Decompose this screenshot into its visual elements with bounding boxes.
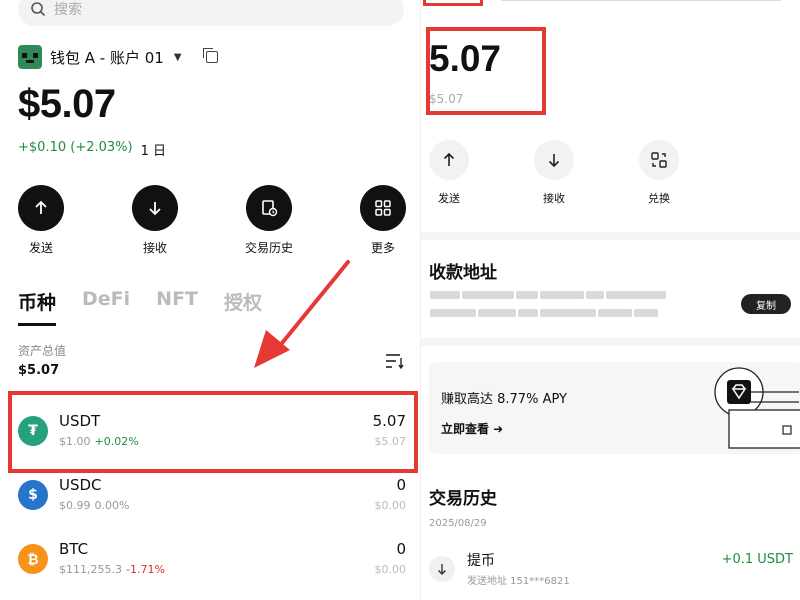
tx-sender: 发送地址 151***6821 xyxy=(467,576,570,587)
history-label: 交易历史 xyxy=(244,241,293,255)
token-symbol: USDC xyxy=(59,476,102,494)
token-amount: 0 xyxy=(396,540,406,558)
token-change: 0.00% xyxy=(94,499,130,512)
transaction-row[interactable]: 提币 发送地址 151***6821 +0.1 USDT xyxy=(429,546,799,590)
change-amount: +$0.10 (+2.03%) xyxy=(18,140,133,155)
top-highlight-box xyxy=(423,0,483,6)
receive-label: 接收 xyxy=(543,192,565,205)
receive-label: 接收 xyxy=(142,241,167,255)
tab-nft[interactable]: NFT xyxy=(156,288,198,326)
usdt-highlight-box xyxy=(8,391,418,473)
divider xyxy=(501,0,781,1)
sort-icon[interactable] xyxy=(384,352,404,370)
section-divider xyxy=(421,232,800,240)
asset-tabs: 币种 DeFi NFT 授权 xyxy=(18,288,262,326)
arrow-down-icon xyxy=(149,202,161,216)
send-button[interactable]: 发送 xyxy=(421,140,479,206)
search-placeholder: 搜索 xyxy=(54,2,82,18)
tab-tokens[interactable]: 币种 xyxy=(18,288,57,326)
diamond-illustration-icon xyxy=(714,367,800,449)
wallet-selector[interactable]: 钱包 A - 账户 01 ▼ xyxy=(18,45,218,69)
more-button[interactable]: 更多 xyxy=(343,185,420,256)
arrow-up-icon xyxy=(443,152,455,166)
promo-link[interactable]: 立即查看 ➜ xyxy=(441,420,503,437)
receive-address-line2 xyxy=(429,306,659,319)
search-icon xyxy=(31,2,46,17)
token-price: $111,255.3 xyxy=(59,563,122,576)
token-price-line: $111,255.3 -1.71% xyxy=(59,563,165,576)
token-value: $0.00 xyxy=(374,563,407,576)
receive-button[interactable]: 接收 xyxy=(524,140,584,206)
tab-approvals[interactable]: 授权 xyxy=(224,288,262,326)
arrow-up-icon xyxy=(35,200,47,214)
avatar xyxy=(18,45,42,69)
balance-change: +$0.10 (+2.03%) 1 日 xyxy=(18,140,166,159)
history-icon xyxy=(262,200,278,217)
token-value: $0.00 xyxy=(374,499,407,512)
token-change: -1.71% xyxy=(125,563,165,576)
tx-history-title: 交易历史 xyxy=(429,489,497,509)
send-label: 发送 xyxy=(28,241,53,255)
wallet-name: 钱包 A - 账户 01 xyxy=(50,48,164,67)
send-button[interactable]: 发送 xyxy=(1,185,81,256)
swap-label: 兑换 xyxy=(648,192,670,205)
receive-button[interactable]: 接收 xyxy=(115,185,195,256)
token-balance-usd: $5.07 xyxy=(429,92,464,106)
btc-icon: ₿ xyxy=(18,544,48,574)
history-button[interactable]: 交易历史 xyxy=(229,185,309,256)
send-label: 发送 xyxy=(438,192,460,205)
change-period: 1 日 xyxy=(140,144,166,159)
usdc-icon: $ xyxy=(18,480,48,510)
tx-name: 提币 xyxy=(467,553,495,569)
arrow-down-icon xyxy=(548,154,560,168)
section-divider xyxy=(421,338,800,346)
copy-address-button[interactable]: 复制 xyxy=(741,294,791,314)
copy-icon[interactable] xyxy=(202,48,218,63)
search-input[interactable]: 搜索 xyxy=(18,0,404,26)
token-amount: 0 xyxy=(396,476,406,494)
earn-promo-card[interactable]: 赚取高达 8.77% APY 立即查看 ➜ xyxy=(429,362,800,454)
tab-defi[interactable]: DeFi xyxy=(82,288,130,326)
swap-button[interactable]: 兑换 xyxy=(629,140,689,206)
asset-total-label: 资产总值 xyxy=(18,344,67,358)
token-price-line: $0.99 0.00% xyxy=(59,499,129,512)
asset-total-value: $5.07 xyxy=(18,363,60,378)
token-balance: 5.07 xyxy=(429,38,502,79)
token-row-btc[interactable]: ₿ BTC $111,255.3 -1.71% 0 $0.00 xyxy=(14,532,410,588)
usdt-detail-panel: 5.07 $5.07 发送 接收 兑换 收款地址 复制 赚取高达 8.77% A… xyxy=(420,0,800,600)
total-balance: $5.07 xyxy=(18,82,116,126)
receive-address-title: 收款地址 xyxy=(429,263,497,283)
token-row-usdc[interactable]: $ USDC $0.99 0.00% 0 $0.00 xyxy=(14,468,410,524)
swap-icon xyxy=(651,152,667,168)
token-symbol: BTC xyxy=(59,540,89,558)
more-label: 更多 xyxy=(370,241,395,255)
token-price: $0.99 xyxy=(59,499,91,512)
tx-date: 2025/08/29 xyxy=(429,518,487,529)
arrow-down-icon xyxy=(429,556,455,582)
wallet-overview-panel: 搜索 钱包 A - 账户 01 ▼ $5.07 +$0.10 (+2.03%) … xyxy=(0,0,420,600)
tx-amount: +0.1 USDT xyxy=(721,552,793,567)
chevron-down-icon: ▼ xyxy=(173,51,182,63)
grid-icon xyxy=(375,200,391,216)
promo-title: 赚取高达 8.77% APY xyxy=(441,392,567,407)
receive-address-line1 xyxy=(429,288,667,301)
